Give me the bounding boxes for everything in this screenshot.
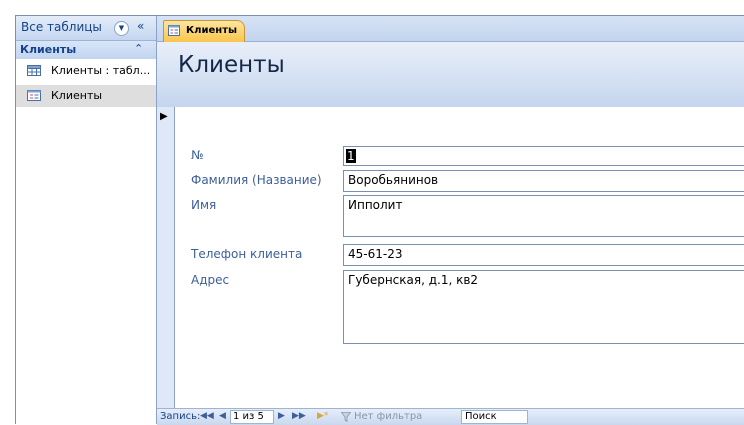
first-record-button[interactable]: ◀◀ [200,411,214,421]
form-detail: № 1 Фамилия (Название) Воробьянинов Имя … [175,107,744,408]
nav-item-clients-form[interactable]: Клиенты [16,85,156,107]
phone-value: 45-61-23 [348,247,403,261]
name-value: Ипполит [348,198,403,212]
tab-label: Клиенты [186,25,238,36]
nav-group-title: Клиенты [20,43,77,56]
filter-status[interactable]: Нет фильтра [354,411,422,422]
nav-group-header[interactable]: Клиенты ⌃ [16,41,156,59]
nav-pane-header[interactable]: Все таблицы ▼ « [16,16,156,41]
last-record-button[interactable]: ▶▶ [292,411,306,421]
current-record-input[interactable]: 1 из 5 [230,410,274,424]
form-header: Клиенты [157,42,744,107]
previous-record-button[interactable]: ◀ [219,411,226,421]
field-label-phone: Телефон клиента [191,247,303,261]
form-icon [168,25,180,36]
chevron-up-icon[interactable]: ⌃ [134,42,143,55]
address-field[interactable]: Губернская, д.1, кв2 [343,270,744,344]
next-record-button[interactable]: ▶ [278,411,285,421]
navigation-pane: Все таблицы ▼ « Клиенты ⌃ Клиенты : табл… [16,16,157,424]
collapse-pane-icon[interactable]: « [137,19,144,33]
field-label-name: Имя [191,198,217,212]
field-label-surname: Фамилия (Название) [191,173,322,187]
phone-field[interactable]: 45-61-23 [343,244,744,266]
nav-item-label: Клиенты : табл... [51,64,151,77]
nav-item-label: Клиенты [51,89,103,102]
access-window: Все таблицы ▼ « Клиенты ⌃ Клиенты : табл… [15,15,744,425]
record-label: Запись: [160,411,201,422]
field-label-address: Адрес [191,273,230,287]
nav-item-clients-table[interactable]: Клиенты : табл... [16,60,156,82]
chevron-down-icon[interactable]: ▼ [114,21,129,36]
surname-field[interactable]: Воробьянинов [343,170,744,192]
field-label-number: № [191,148,204,162]
record-navigation-bar: Запись: ◀◀ ◀ 1 из 5 ▶ ▶▶ ▶* Нет фильтра … [157,408,744,425]
nav-pane-title[interactable]: Все таблицы [21,20,102,34]
name-field[interactable]: Ипполит [343,195,744,237]
table-icon [27,65,41,76]
filter-icon [341,412,351,422]
search-input[interactable]: Поиск [461,410,528,424]
form-icon [27,90,41,101]
document-tab-strip: Клиенты [157,16,744,42]
record-selector[interactable]: ▶ [157,107,175,408]
new-record-button[interactable]: ▶* [317,411,328,421]
tab-clients-form[interactable]: Клиенты [163,20,245,42]
form-title: Клиенты [178,52,285,78]
number-field[interactable]: 1 [343,146,744,166]
surname-value: Воробьянинов [348,173,439,187]
current-record-arrow-icon: ▶ [160,111,168,122]
number-value: 1 [346,149,356,163]
address-value: Губернская, д.1, кв2 [348,273,479,287]
